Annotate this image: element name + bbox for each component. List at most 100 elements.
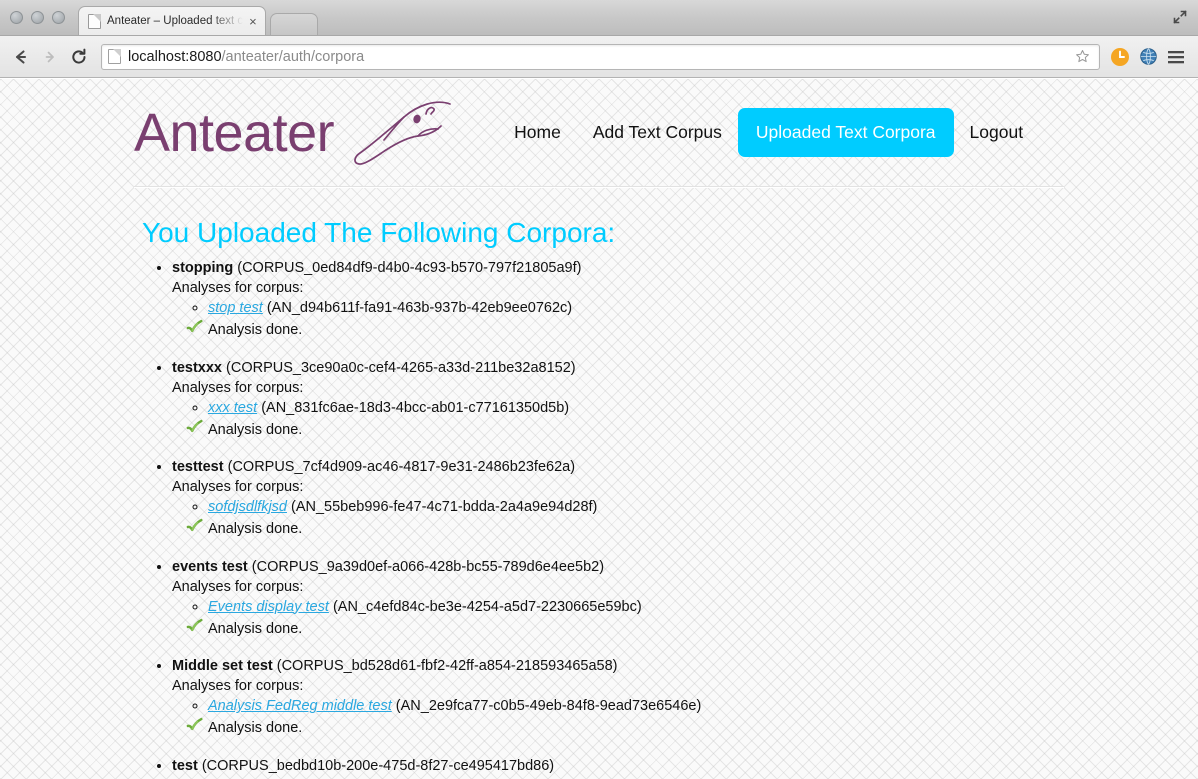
- corpus-heading: test (CORPUS_bedbd10b-200e-475d-8f27-ce4…: [172, 757, 1064, 776]
- analyses-label: Analyses for corpus:: [172, 379, 304, 396]
- analysis-link[interactable]: stop test: [208, 300, 263, 316]
- anteater-logo-icon: [348, 95, 454, 172]
- corpus-item: events test (CORPUS_9a39d0ef-a066-428b-b…: [172, 558, 1064, 642]
- analysis-id: (AN_d94b611f-fa91-463b-937b-42eb9ee0762c…: [266, 300, 573, 317]
- nav-item-logout[interactable]: Logout: [954, 112, 1040, 153]
- corpus-name: testxxx: [172, 359, 222, 376]
- analyses-list: Events display test (AN_c4efd84c-be3e-42…: [172, 598, 1064, 641]
- analyses-label: Analyses for corpus:: [172, 479, 304, 496]
- analysis-id: (AN_c4efd84c-be3e-4254-a5d7-2230665e59bc…: [332, 598, 642, 615]
- title-bar: Anteater – Uploaded text c ×: [0, 0, 1198, 36]
- analysis-item: sofdjsdlfkjsd (AN_55beb996-fe47-4c71-bdd…: [186, 498, 1064, 541]
- corpus-name: events test: [172, 558, 248, 575]
- check-icon: [186, 518, 203, 541]
- tab-close-icon[interactable]: ×: [249, 15, 257, 28]
- url-host: localhost:8080: [128, 48, 222, 65]
- corpus-id: (CORPUS_3ce90a0c-cef4-4265-a33d-211be32a…: [226, 359, 576, 376]
- corpus-heading: Middle set test (CORPUS_bd528d61-fbf2-42…: [172, 657, 1064, 676]
- analysis-item: xxx test (AN_831fc6ae-18d3-4bcc-ab01-c77…: [186, 399, 1064, 442]
- analysis-item: Events display test (AN_c4efd84c-be3e-42…: [186, 598, 1064, 641]
- analysis-link[interactable]: sofdjsdlfkjsd: [208, 499, 287, 515]
- reload-icon[interactable]: [66, 44, 92, 70]
- analysis-id: (AN_2e9fca77-c0b5-49eb-84f8-9ead73e6546e…: [395, 698, 702, 715]
- close-window-button[interactable]: [10, 11, 23, 24]
- analyses-label: Analyses for corpus:: [172, 578, 304, 595]
- address-bar[interactable]: localhost:8080/anteater/auth/corpora: [101, 43, 1100, 70]
- analyses-list: Analysis FedReg middle test (AN_2e9fca77…: [172, 697, 1064, 740]
- zoom-window-button[interactable]: [52, 11, 65, 24]
- nav-item-add-text-corpus[interactable]: Add Text Corpus: [577, 112, 738, 153]
- analysis-link[interactable]: Analysis FedReg middle test: [208, 698, 392, 714]
- check-icon: [186, 319, 203, 342]
- browser-tab-active[interactable]: Anteater – Uploaded text c ×: [78, 6, 266, 35]
- corpus-id: (CORPUS_bd528d61-fbf2-42ff-a854-21859346…: [276, 658, 618, 674]
- browser-toolbar: localhost:8080/anteater/auth/corpora: [0, 36, 1198, 78]
- analyses-label: Analyses for corpus:: [172, 678, 304, 695]
- corpus-id: (CORPUS_9a39d0ef-a066-428b-bc55-789d6e4e…: [251, 558, 605, 575]
- analysis-link[interactable]: Events display test: [208, 599, 329, 615]
- check-icon: [186, 618, 203, 641]
- corpus-id: (CORPUS_bedbd10b-200e-475d-8f27-ce495417…: [201, 757, 555, 774]
- corpus-id: (CORPUS_7cf4d909-ac46-4817-9e31-2486b23f…: [227, 459, 576, 475]
- site-header: Anteater Home Add Text Corpus Uploaded T…: [134, 93, 1064, 187]
- corpus-name: stopping: [172, 260, 234, 276]
- tab-strip: Anteater – Uploaded text c ×: [78, 5, 318, 35]
- corpus-heading: testxxx (CORPUS_3ce90a0c-cef4-4265-a33d-…: [172, 359, 1064, 378]
- browser-window: Anteater – Uploaded text c × localhost:8…: [0, 0, 1198, 779]
- corpus-heading: stopping (CORPUS_0ed84df9-d4b0-4c93-b570…: [172, 259, 1064, 278]
- check-icon: [186, 419, 203, 442]
- analyses-list: sofdjsdlfkjsd (AN_55beb996-fe47-4c71-bdd…: [172, 498, 1064, 541]
- new-tab-button[interactable]: [269, 13, 318, 35]
- check-icon: [186, 717, 203, 740]
- nav-item-home[interactable]: Home: [498, 112, 577, 153]
- analysis-item: stop test (AN_d94b611f-fa91-463b-937b-42…: [186, 299, 1064, 342]
- page-title: You Uploaded The Following Corpora:: [142, 217, 616, 248]
- corpus-heading: events test (CORPUS_9a39d0ef-a066-428b-b…: [172, 558, 1064, 577]
- minimize-window-button[interactable]: [31, 11, 44, 24]
- analysis-status-text: Analysis done.: [208, 620, 303, 637]
- maximize-icon[interactable]: [1166, 3, 1194, 31]
- profile-icon[interactable]: [1106, 43, 1134, 71]
- analysis-link[interactable]: xxx test: [208, 400, 257, 416]
- page-favicon-icon: [108, 49, 121, 64]
- corpus-item: testxxx (CORPUS_3ce90a0c-cef4-4265-a33d-…: [172, 359, 1064, 443]
- analysis-status: Analysis done.: [186, 518, 1064, 541]
- forward-arrow-icon[interactable]: [37, 44, 63, 70]
- brand-name: Anteater: [134, 102, 335, 163]
- back-arrow-icon[interactable]: [8, 44, 34, 70]
- analysis-status: Analysis done.: [186, 618, 1064, 641]
- corpus-item: stopping (CORPUS_0ed84df9-d4b0-4c93-b570…: [172, 259, 1064, 343]
- analysis-id: (AN_55beb996-fe47-4c71-bdda-2a4a9e94d28f…: [291, 499, 598, 516]
- page-container: Anteater Home Add Text Corpus Uploaded T…: [134, 79, 1064, 779]
- analysis-status-text: Analysis done.: [208, 521, 303, 538]
- corpus-name: test: [172, 757, 198, 774]
- analysis-status: Analysis done.: [186, 419, 1064, 442]
- nav-item-uploaded-text-corpora[interactable]: Uploaded Text Corpora: [737, 108, 954, 157]
- corpus-name: testtest: [172, 459, 224, 475]
- bookmark-star-icon[interactable]: [1071, 49, 1093, 64]
- analyses-list: stop test (AN_d94b611f-fa91-463b-937b-42…: [172, 299, 1064, 342]
- analysis-status-text: Analysis done.: [208, 421, 303, 438]
- analysis-item: Analysis FedReg middle test (AN_2e9fca77…: [186, 697, 1064, 740]
- window-controls: [10, 11, 65, 24]
- main-nav: Home Add Text Corpus Uploaded Text Corpo…: [498, 108, 1039, 157]
- page-viewport: Anteater Home Add Text Corpus Uploaded T…: [0, 79, 1198, 779]
- analyses-label: Analyses for corpus:: [172, 280, 304, 297]
- tab-favicon-icon: [88, 13, 101, 29]
- corpus-id: (CORPUS_0ed84df9-d4b0-4c93-b570-797f2180…: [237, 260, 582, 276]
- corpus-item: test (CORPUS_bedbd10b-200e-475d-8f27-ce4…: [172, 757, 1064, 779]
- corpus-name: Middle set test: [172, 658, 273, 674]
- analyses-list: xxx test (AN_831fc6ae-18d3-4bcc-ab01-c77…: [172, 399, 1064, 442]
- hamburger-menu-icon[interactable]: [1162, 43, 1190, 71]
- analysis-status: Analysis done.: [186, 717, 1064, 740]
- url-text: localhost:8080/anteater/auth/corpora: [128, 49, 364, 65]
- corpus-item: testtest (CORPUS_7cf4d909-ac46-4817-9e31…: [172, 458, 1064, 542]
- site-brand[interactable]: Anteater: [134, 93, 454, 172]
- analysis-status: Analysis done.: [186, 319, 1064, 342]
- corpora-list: stopping (CORPUS_0ed84df9-d4b0-4c93-b570…: [134, 259, 1064, 779]
- globe-extension-icon[interactable]: [1134, 43, 1162, 71]
- tab-title: Anteater – Uploaded text c: [107, 15, 244, 27]
- analysis-id: (AN_831fc6ae-18d3-4bcc-ab01-c77161350d5b…: [261, 399, 570, 416]
- analysis-status-text: Analysis done.: [208, 322, 303, 339]
- url-path: /anteater/auth/corpora: [221, 48, 365, 65]
